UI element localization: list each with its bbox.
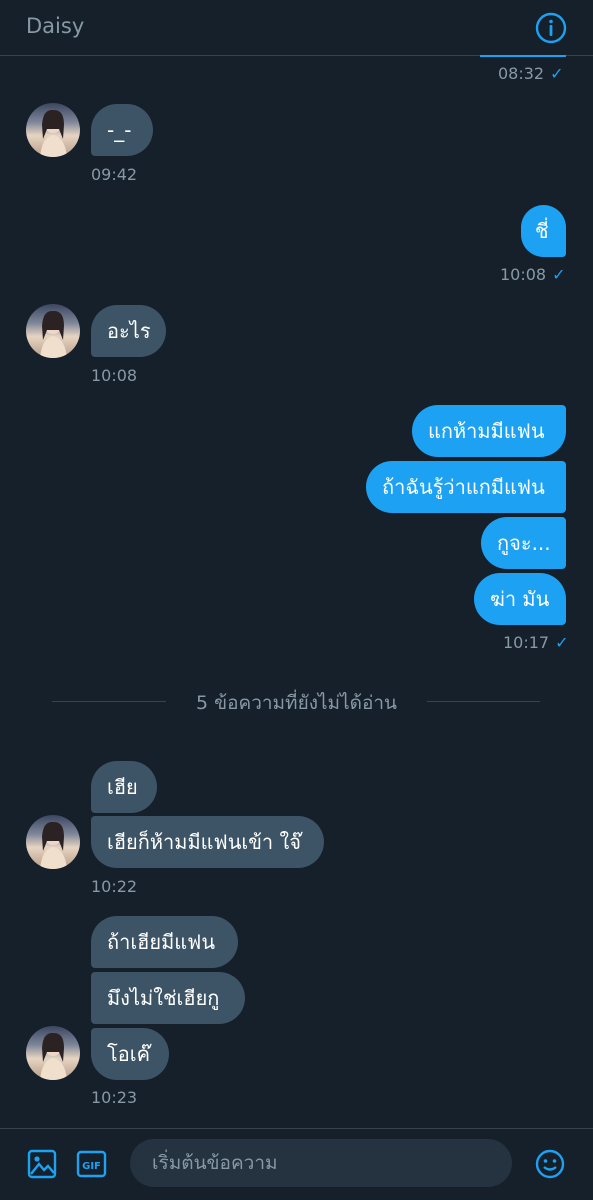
avatar[interactable] [26, 304, 80, 358]
message-text: -_- [107, 118, 132, 142]
message-bubble-outgoing[interactable]: กูจะ... [481, 517, 566, 569]
message-timestamp: 10:08 ✓ [500, 265, 566, 284]
message-text: กูจะ... [497, 531, 551, 555]
message-text: เฮียก็ห้ามมีแฟนเข้า ใจ๊ [107, 830, 301, 854]
contact-name[interactable]: Daisy [26, 14, 84, 38]
message-bubble-outgoing[interactable]: ถ้าฉันรู้ว่าแกมีแฟน [366, 461, 566, 513]
message-bubble-incoming[interactable]: -_- [91, 104, 153, 156]
message-bubble-incoming[interactable]: เฮียก็ห้ามมีแฟนเข้า ใจ๊ [91, 816, 324, 868]
message-text: ถ้าฉันรู้ว่าแกมีแฟน [382, 475, 545, 499]
unread-divider-label: 5 ข้อความที่ยังไม่ได้อ่าน [195, 692, 398, 714]
message-text: มึงไม่ใช่เฮียกู [107, 986, 220, 1010]
message-input-wrapper [130, 1139, 512, 1187]
avatar[interactable] [26, 103, 80, 157]
message-timestamp: 10:08 [91, 366, 138, 385]
message-text: ถ้าเฮียมีแฟน [107, 930, 216, 954]
image-icon[interactable] [27, 1149, 57, 1183]
conversation-header: Daisy [0, 0, 593, 56]
divider-line [427, 701, 540, 702]
gif-icon[interactable]: GIF [76, 1150, 107, 1182]
read-check-icon: ✓ [552, 265, 566, 284]
message-text: แกห้ามมีแฟน [428, 419, 545, 443]
message-bubble-outgoing[interactable]: ฆ่า มัน [474, 573, 566, 625]
message-composer: GIF [0, 1128, 593, 1200]
message-text: อะไร [107, 319, 151, 343]
message-timestamp: 10:22 [91, 877, 138, 896]
message-bubble-incoming[interactable]: อะไร [91, 305, 166, 357]
gif-label: GIF [82, 1161, 101, 1172]
read-check-icon: ✓ [555, 633, 569, 652]
previous-bubble-edge [480, 55, 566, 57]
emoji-icon[interactable] [535, 1149, 565, 1183]
avatar[interactable] [26, 1026, 80, 1080]
message-text: ฆ่า มัน [490, 587, 550, 611]
message-bubble-incoming[interactable]: เฮีย [91, 761, 157, 813]
message-timestamp: 08:32 ✓ [498, 64, 564, 83]
message-bubble-outgoing[interactable]: ชี่ [521, 205, 566, 257]
message-timestamp: 10:17 ✓ [503, 633, 569, 652]
message-input[interactable] [130, 1139, 512, 1187]
read-check-icon: ✓ [550, 64, 564, 83]
message-bubble-incoming[interactable]: มึงไม่ใช่เฮียกู [91, 972, 245, 1024]
message-timestamp: 10:23 [91, 1088, 138, 1107]
message-timestamp: 09:42 [91, 165, 138, 184]
info-icon[interactable] [534, 11, 568, 45]
message-bubble-incoming[interactable]: ถ้าเฮียมีแฟน [91, 916, 238, 968]
message-text: ชี่ [535, 219, 549, 243]
message-bubble-outgoing[interactable]: แกห้ามมีแฟน [412, 405, 566, 457]
message-text: เฮีย [107, 775, 138, 799]
message-text: โอเค๊ [107, 1042, 150, 1066]
message-bubble-incoming[interactable]: โอเค๊ [91, 1028, 169, 1080]
avatar[interactable] [26, 815, 80, 869]
